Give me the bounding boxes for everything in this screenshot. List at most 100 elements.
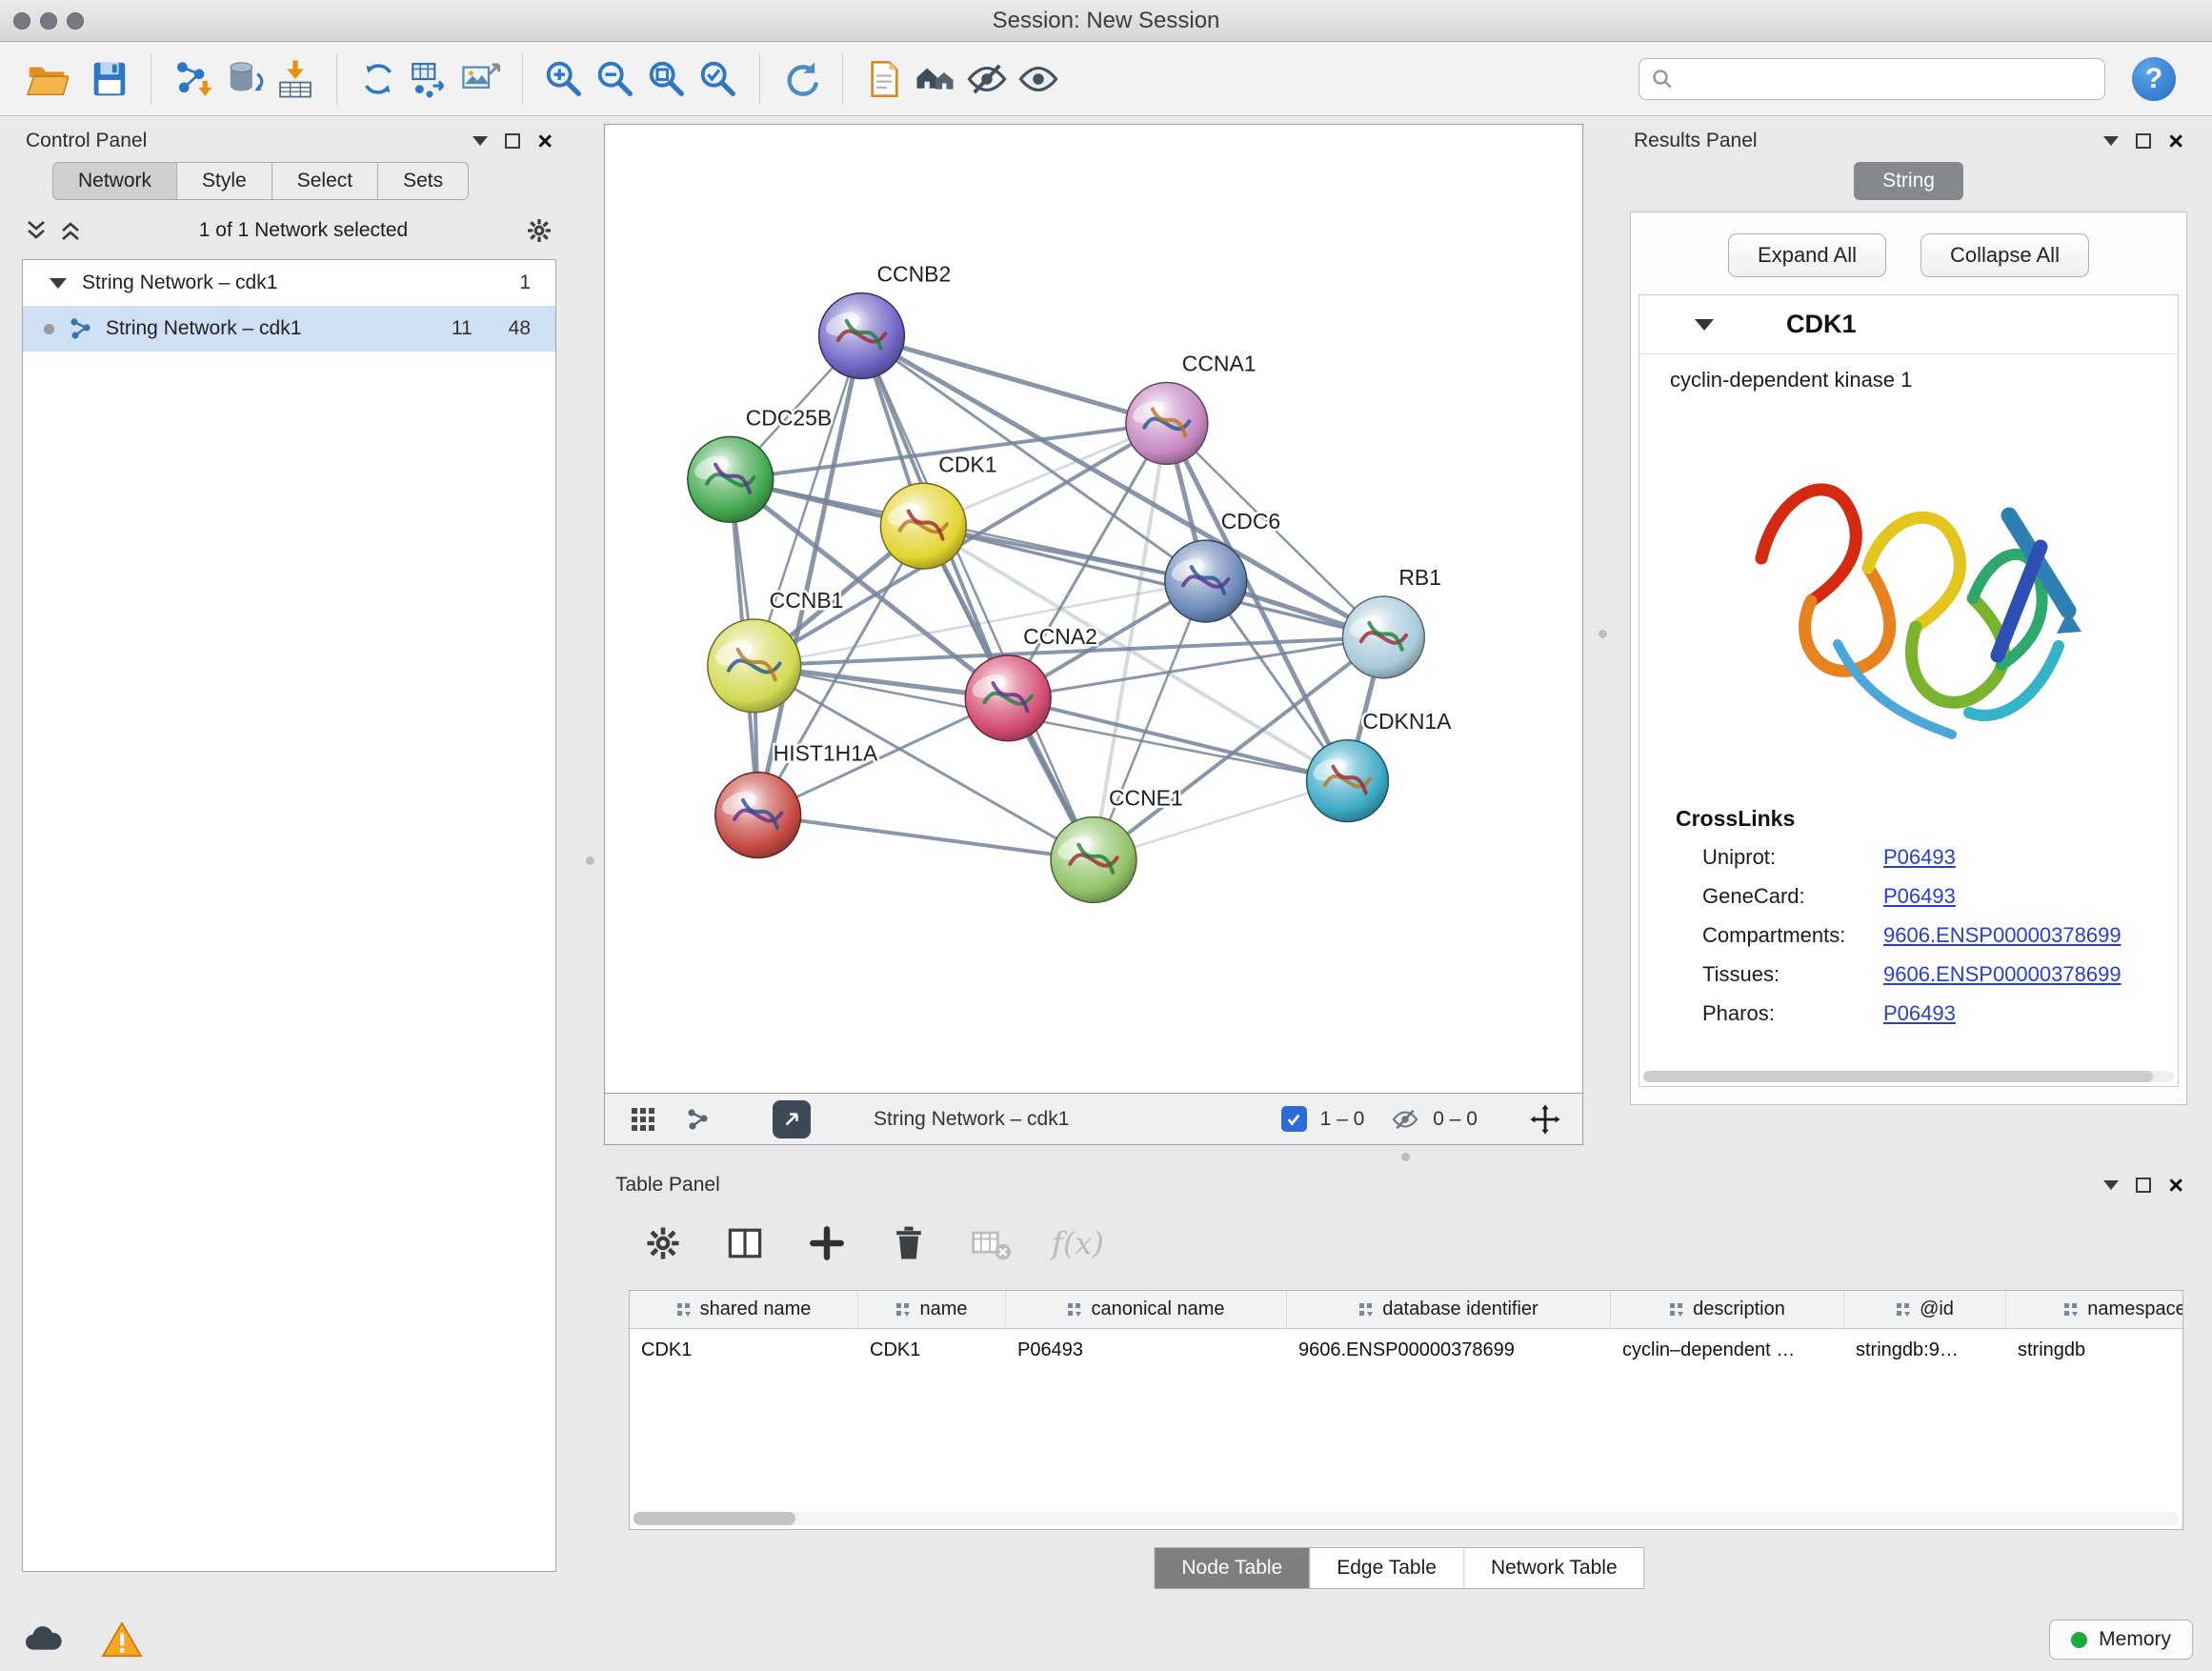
expand-all-button[interactable]: Expand All [1728,233,1886,277]
search-field[interactable] [1639,58,2105,100]
cloud-status-button[interactable] [19,1617,69,1662]
column-header-description[interactable]: description [1611,1291,1844,1328]
network-table-export-button[interactable] [404,53,455,105]
search-input[interactable] [1681,68,2093,91]
gene-section-header[interactable]: CDK1 [1639,295,2178,354]
control-panel: Control Panel × NetworkStyleSelectSets 1… [14,124,564,1580]
expand-all-networks-icon[interactable] [24,218,49,243]
refresh-layout-button[interactable] [775,53,827,105]
save-session-button[interactable] [84,53,135,105]
results-float-icon[interactable] [2136,133,2151,149]
table-close-icon[interactable]: × [2168,1178,2183,1193]
network-options-gear-icon[interactable] [524,215,554,246]
window-zoom-button[interactable] [67,12,84,30]
results-menu-icon[interactable] [2103,136,2119,146]
birdseye-grid-icon[interactable] [630,1106,656,1133]
table-row[interactable]: CDK1CDK1P064939606.ENSP00000378699cyclin… [630,1329,2182,1371]
table-cell[interactable]: CDK1 [858,1329,1006,1371]
table-tab-network-table[interactable]: Network Table [1463,1548,1644,1588]
hidden-eye-slash-icon [1391,1105,1419,1134]
show-columns-icon[interactable] [724,1222,766,1264]
new-network-button[interactable] [352,53,404,105]
column-header-shared-name[interactable]: shared name [630,1291,858,1328]
table-cell[interactable]: stringdb:9… [1844,1329,2006,1371]
crosslink-value-link[interactable]: P06493 [1883,884,2178,909]
network-edge[interactable] [861,336,1166,424]
network-node-label: CCNB2 [876,262,951,287]
view-share-icon[interactable] [685,1106,712,1133]
table-cell[interactable]: CDK1 [630,1329,858,1371]
tab-sets[interactable]: Sets [377,162,469,200]
crosslink-value-link[interactable]: P06493 [1883,1001,2178,1026]
network-graph[interactable]: CCNB2CCNA1CDC25BCDK1CDC6RB1CCNB1CCNA2CDK… [605,125,1582,1093]
window-close-button[interactable] [13,12,30,30]
home-button[interactable] [910,53,961,105]
table-type-tabs: Node TableEdge TableNetwork Table [1154,1547,1644,1589]
column-header--id[interactable]: @id [1844,1291,2006,1328]
collapse-all-networks-icon[interactable] [58,218,83,243]
tab-network[interactable]: Network [52,162,177,200]
import-network-database-button[interactable] [218,53,270,105]
table-cell[interactable]: stringdb [2006,1329,2183,1371]
tab-style[interactable]: Style [176,162,272,200]
table-menu-icon[interactable] [2103,1180,2119,1190]
import-network-file-button[interactable] [167,53,218,105]
delete-trash-icon[interactable] [888,1222,930,1264]
column-header-database-identifier[interactable]: database identifier [1287,1291,1611,1328]
results-close-icon[interactable]: × [2168,133,2183,149]
zoom-in-button[interactable] [538,53,590,105]
network-collection-row[interactable]: String Network – cdk1 1 [23,260,555,306]
column-header-namespace[interactable]: namespace [2006,1291,2183,1328]
tab-select[interactable]: Select [271,162,378,200]
import-table-button[interactable] [270,53,321,105]
gene-collapse-icon[interactable] [1695,319,1714,331]
move-crosshair-icon[interactable] [1529,1103,1561,1136]
network-canvas[interactable]: CCNB2CCNA1CDC25BCDK1CDC6RB1CCNB1CCNA2CDK… [604,124,1583,1094]
table-tab-node-table[interactable]: Node Table [1155,1548,1309,1588]
table-cell[interactable]: P06493 [1006,1329,1287,1371]
column-header-name[interactable]: name [858,1291,1006,1328]
splitter-handle[interactable] [1599,630,1607,638]
panel-close-icon[interactable]: × [537,133,553,149]
table-settings-gear-icon[interactable] [642,1222,684,1264]
table-tab-edge-table[interactable]: Edge Table [1309,1548,1463,1588]
tab-string[interactable]: String [1854,162,1963,200]
table-cell[interactable]: cyclin–dependent … [1611,1329,1844,1371]
crosslink-value-link[interactable]: 9606.ENSP00000378699 [1883,923,2178,948]
column-header-canonical-name[interactable]: canonical name [1006,1291,1287,1328]
network-node-label: CDC25B [746,405,833,430]
splitter-handle[interactable] [586,856,594,865]
network-edge[interactable] [754,336,862,666]
control-panel-title: Control Panel [26,130,147,152]
network-item-row[interactable]: String Network – cdk1 11 48 [23,306,555,352]
panel-float-icon[interactable] [505,133,520,149]
memory-button[interactable]: Memory [2049,1620,2193,1660]
network-edge[interactable] [861,336,1094,860]
hide-details-button[interactable] [961,53,1013,105]
warnings-button[interactable] [97,1617,147,1662]
results-scrollbar[interactable] [1643,1071,2174,1082]
open-session-button[interactable] [21,53,72,105]
open-in-new-button[interactable] [773,1100,811,1138]
clipboard-document-button[interactable] [858,53,910,105]
network-edge[interactable] [758,815,1094,860]
column-type-icon [895,1301,912,1318]
zoom-selected-button[interactable] [693,53,744,105]
help-button[interactable]: ? [2132,57,2176,101]
crosslink-value-link[interactable]: P06493 [1883,845,2178,870]
selected-nodes-checkbox[interactable] [1281,1106,1307,1132]
add-column-plus-icon[interactable] [806,1222,848,1264]
export-image-button[interactable] [455,53,507,105]
panel-menu-icon[interactable] [473,136,488,146]
table-float-icon[interactable] [2136,1178,2151,1193]
zoom-fit-button[interactable] [641,53,693,105]
table-cell[interactable]: 9606.ENSP00000378699 [1287,1329,1611,1371]
zoom-out-button[interactable] [590,53,641,105]
show-details-button[interactable] [1013,53,1064,105]
crosslink-value-link[interactable]: 9606.ENSP00000378699 [1883,962,2178,987]
collection-expand-icon[interactable] [50,278,67,289]
table-scrollbar[interactable] [633,1512,2179,1525]
window-minimize-button[interactable] [40,12,57,30]
splitter-handle[interactable] [1401,1153,1410,1161]
collapse-all-button[interactable]: Collapse All [1920,233,2089,277]
